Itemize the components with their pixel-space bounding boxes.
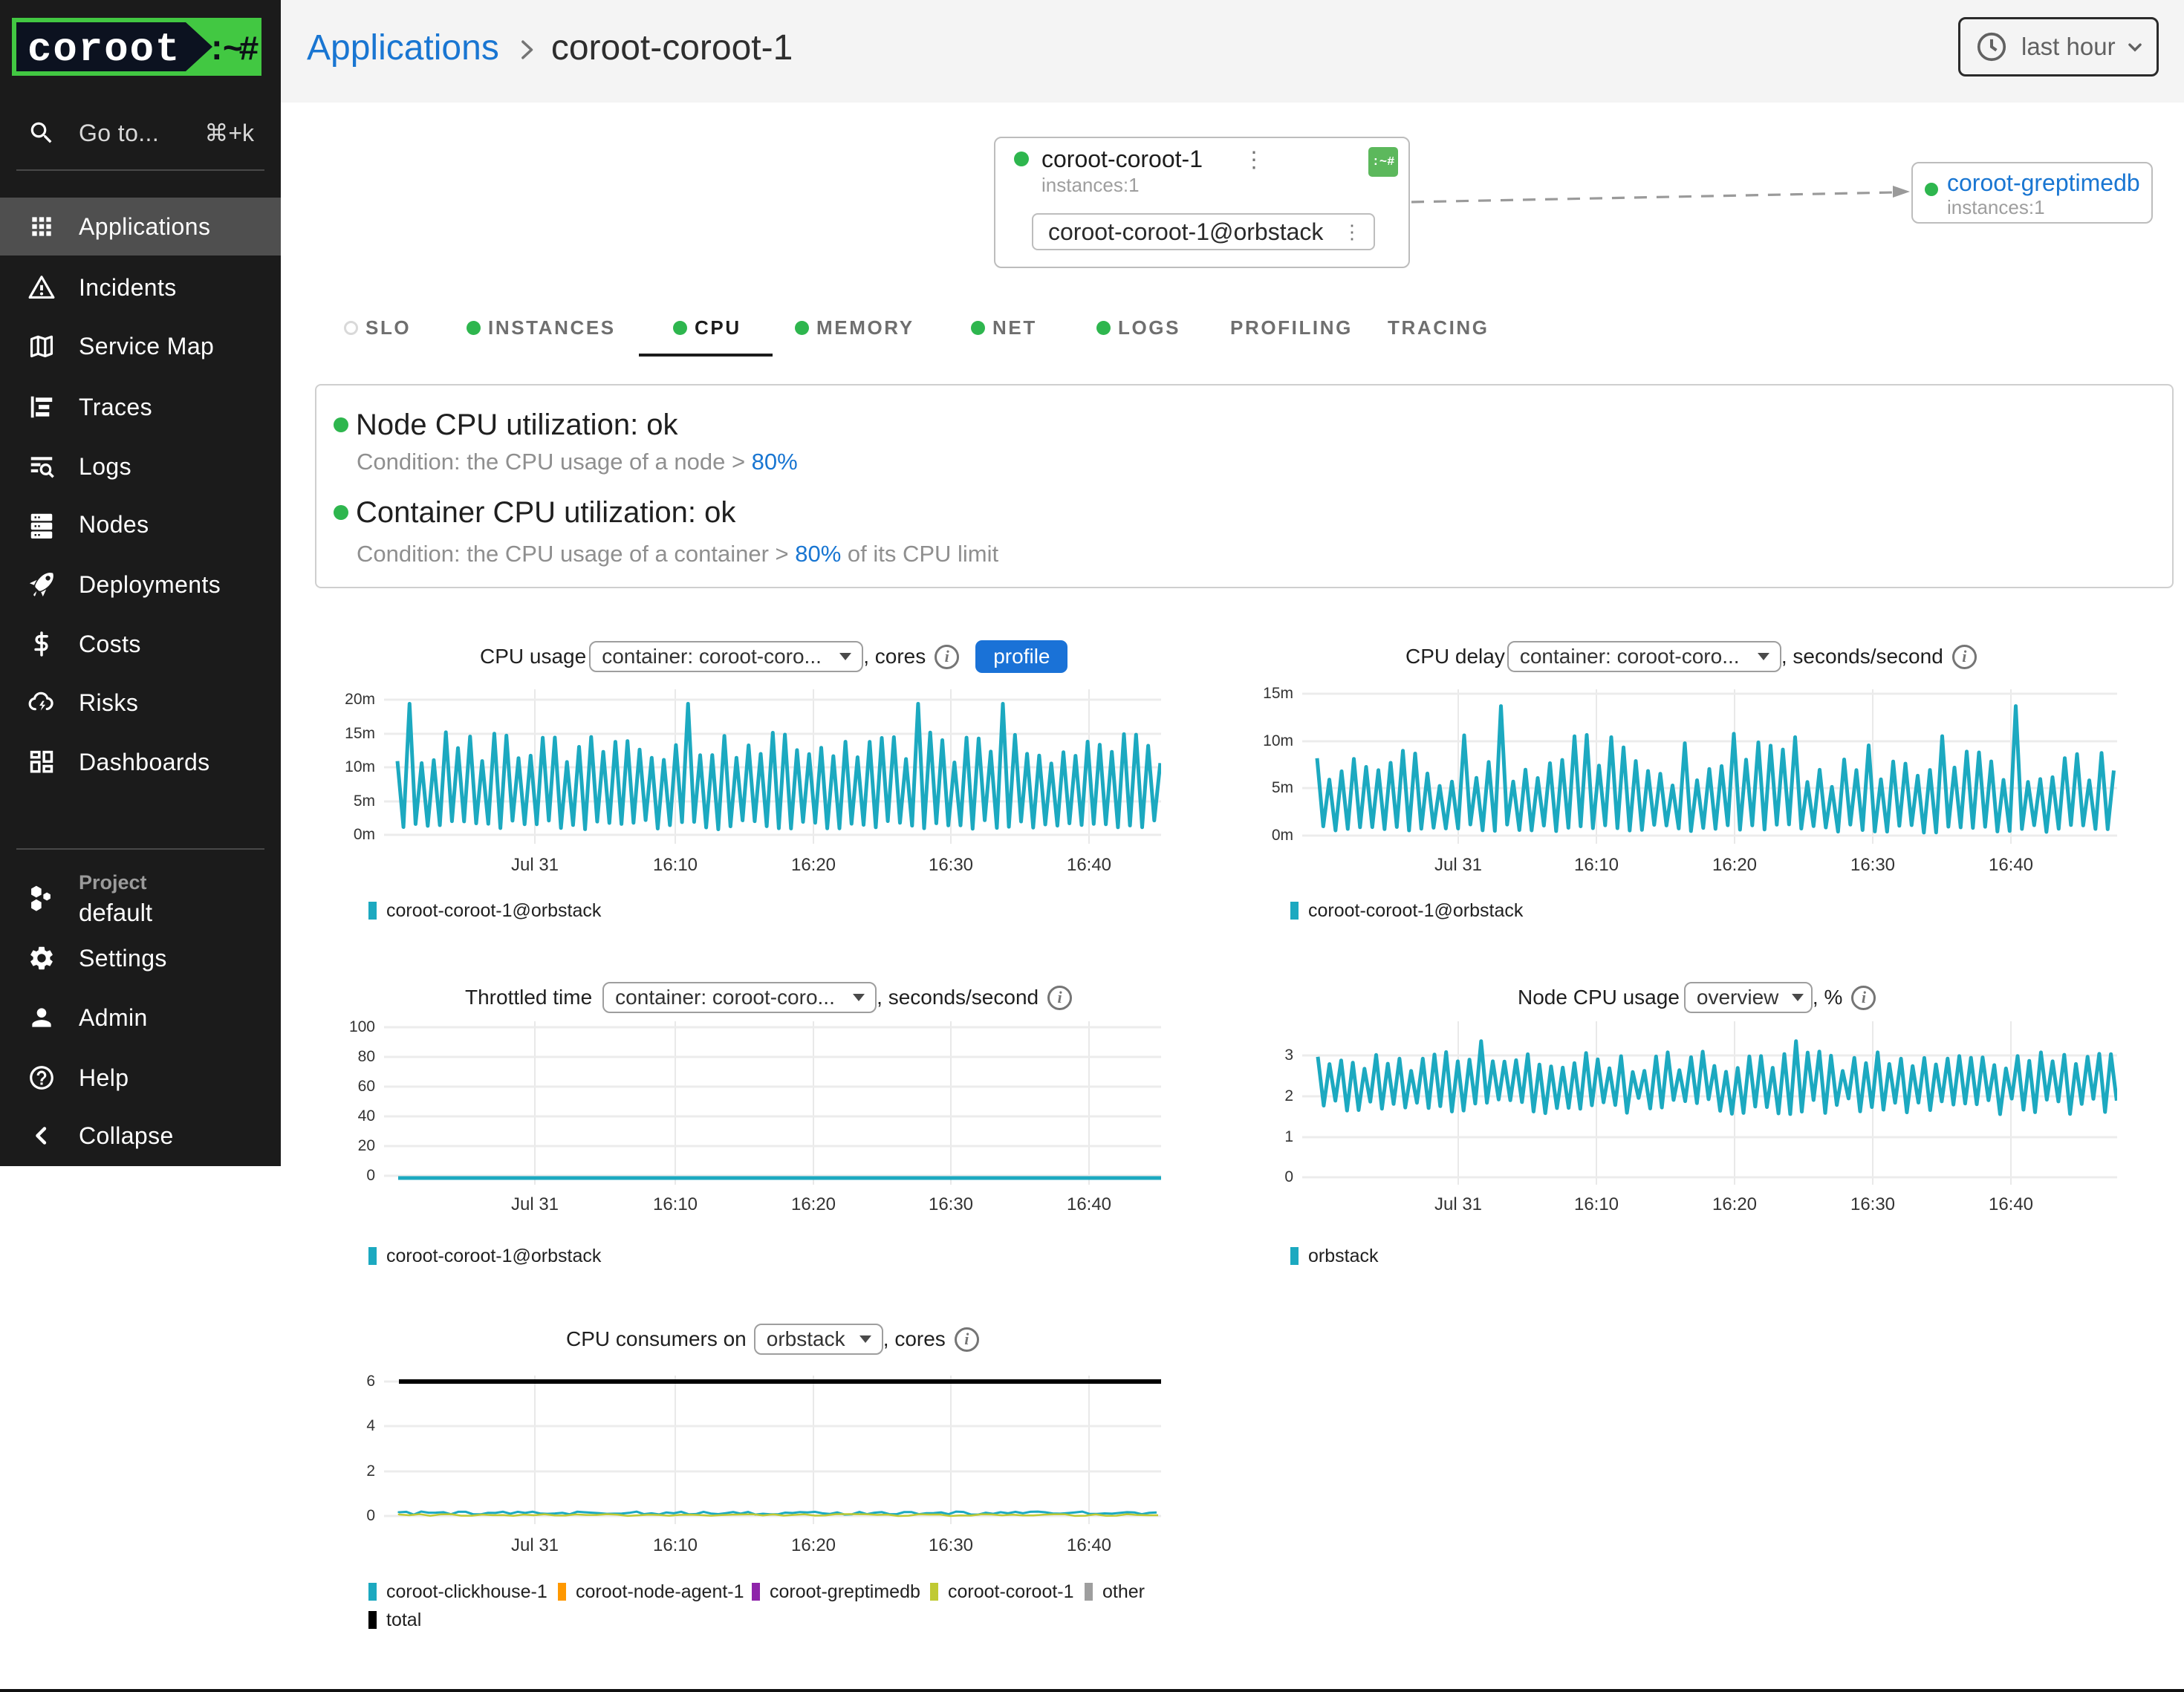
svg-text:coroot: coroot [27, 27, 181, 73]
svg-text::~#: :~# [207, 31, 259, 70]
